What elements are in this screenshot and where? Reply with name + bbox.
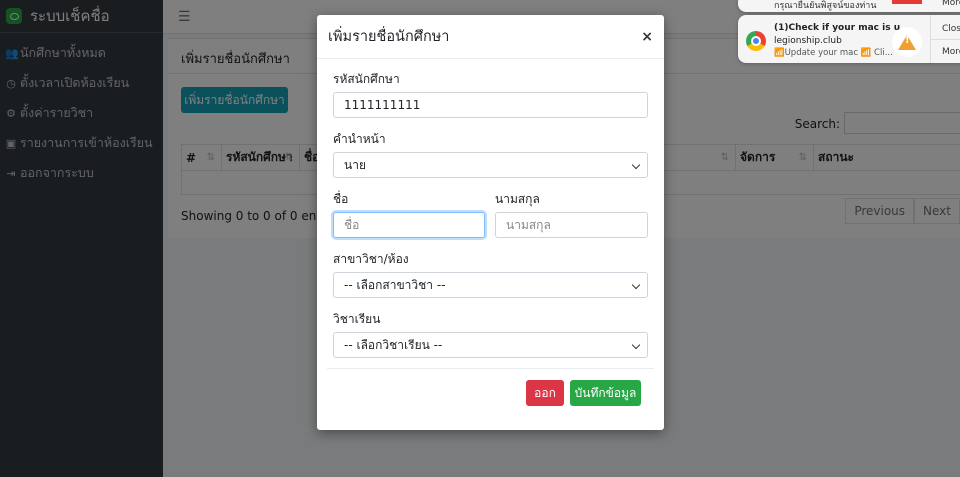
notification-partial[interactable]: กรุณายืนยันพิสูจน์ของท่าน More [738, 0, 960, 12]
modal-title: เพิ่มรายชื่อนักศึกษา [328, 29, 450, 45]
modal-footer-divider [327, 368, 654, 369]
prefix-select[interactable]: นาย [333, 152, 648, 178]
prefix-label: คำนำหน้า [333, 132, 386, 146]
notification-text: กรุณายืนยันพิสูจน์ของท่าน [774, 1, 877, 11]
exit-button[interactable]: ออก [526, 380, 564, 406]
notification-body: 📶Update your mac 📶 Cli... [774, 48, 893, 58]
student-id-label: รหัสนักศึกษา [333, 72, 400, 86]
chrome-icon [746, 31, 766, 51]
first-name-label: ชื่อ [333, 192, 349, 206]
add-student-modal: เพิ่มรายชื่อนักศึกษา × รหัสนักศึกษา 1111… [317, 15, 664, 430]
subject-select[interactable]: -- เลือกวิชาเรียน -- [333, 332, 648, 358]
subject-label: วิชาเรียน [333, 312, 381, 326]
notification-more-button[interactable]: More [942, 47, 960, 57]
notification-close-button[interactable]: Close [942, 24, 960, 34]
save-button[interactable]: บันทึกข้อมูล [570, 380, 641, 406]
notification-site: legionship.club [774, 36, 842, 46]
chrome-notification[interactable]: (1)Check if your mac is u... legionship.… [738, 15, 960, 63]
modal-header: เพิ่มรายชื่อนักศึกษา × [317, 15, 664, 59]
major-label: สาขาวิชา/ห้อง [333, 252, 409, 266]
student-id-input[interactable]: 1111111111 [333, 92, 648, 118]
notification-title: (1)Check if your mac is u... [774, 23, 911, 33]
close-icon[interactable]: × [641, 29, 653, 45]
major-select[interactable]: -- เลือกสาขาวิชา -- [333, 272, 648, 298]
notification-more-button[interactable]: More [942, 0, 960, 8]
notification-image [892, 0, 922, 4]
last-name-label: นามสกุล [495, 192, 540, 206]
last-name-input[interactable]: นามสกุล [495, 212, 648, 238]
first-name-input[interactable]: ชื่อ [333, 212, 485, 238]
